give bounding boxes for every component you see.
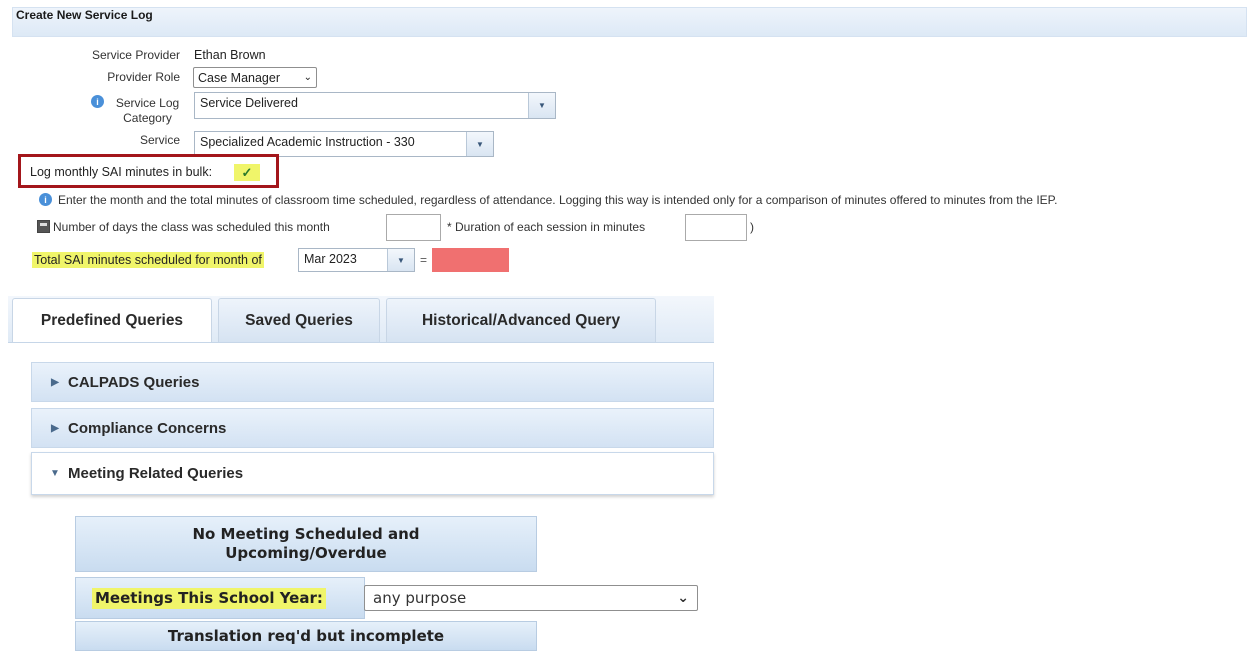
triangle-right-icon: ▶	[51, 376, 59, 388]
chevron-down-icon: ⌄	[677, 590, 689, 606]
service-value: Specialized Academic Instruction - 330	[200, 135, 415, 149]
bulk-checkbox[interactable]: ✓	[234, 164, 260, 181]
month-combo[interactable]: Mar 2023 ▼	[298, 248, 415, 272]
tab-label: Saved Queries	[245, 311, 353, 329]
no-meeting-scheduled-button[interactable]: No Meeting Scheduled and Upcoming/Overdu…	[75, 516, 537, 572]
tab-label: Historical/Advanced Query	[421, 311, 621, 329]
duration-label: * Duration of each session in minutes	[447, 220, 646, 234]
chevron-down-icon[interactable]: ▼	[466, 132, 493, 156]
button-label: Translation req'd but incomplete	[167, 626, 445, 645]
service-provider-label: Service Provider	[91, 48, 180, 62]
bulk-label: Log monthly SAI minutes in bulk:	[30, 165, 213, 179]
tab-historical-advanced-query[interactable]: Historical/Advanced Query	[386, 298, 656, 342]
check-icon: ✓	[241, 164, 253, 180]
duration-input[interactable]	[685, 214, 747, 241]
category-label-line1: Service Log	[115, 96, 180, 110]
service-provider-value: Ethan Brown	[194, 48, 266, 62]
page-title: Create New Service Log	[16, 8, 153, 22]
info-icon: i	[39, 193, 52, 206]
accordion-label: CALPADS Queries	[68, 373, 200, 391]
tab-saved-queries[interactable]: Saved Queries	[218, 298, 380, 342]
translation-incomplete-button[interactable]: Translation req'd but incomplete	[75, 621, 537, 651]
triangle-down-icon: ▼	[50, 468, 60, 479]
accordion-calpads-queries[interactable]: ▶ CALPADS Queries	[31, 362, 714, 402]
meetings-this-school-year-button[interactable]: Meetings This School Year:	[75, 577, 365, 619]
category-label: Service Log Category	[95, 96, 180, 126]
chevron-down-icon[interactable]: ▼	[528, 93, 555, 118]
provider-role-label: Provider Role	[107, 70, 180, 84]
category-value: Service Delivered	[200, 96, 298, 110]
days-input[interactable]	[386, 214, 441, 241]
button-line: No Meeting Scheduled and	[192, 525, 420, 543]
tab-predefined-queries[interactable]: Predefined Queries	[12, 298, 212, 342]
total-label: Total SAI minutes scheduled for month of	[32, 252, 264, 268]
tab-label: Predefined Queries	[40, 311, 184, 329]
days-label: Number of days the class was scheduled t…	[53, 220, 330, 234]
meetings-purpose-select[interactable]: any purpose ⌄	[364, 585, 698, 611]
calculator-icon[interactable]	[37, 220, 50, 233]
meetings-label: Meetings This School Year:	[92, 587, 326, 609]
accordion-label: Compliance Concerns	[68, 419, 227, 437]
service-label: Service	[139, 133, 180, 147]
info-text: Enter the month and the total minutes of…	[58, 193, 1058, 207]
provider-role-select[interactable]: Case Manager ⌄	[193, 67, 317, 88]
triangle-right-icon: ▶	[51, 422, 59, 434]
header-bar	[12, 7, 1247, 37]
category-combo[interactable]: Service Delivered ▼	[194, 92, 556, 119]
button-line: Upcoming/Overdue	[225, 544, 387, 562]
chevron-down-icon: ⌄	[303, 72, 312, 83]
meetings-purpose-value: any purpose	[373, 589, 467, 607]
chevron-down-icon[interactable]: ▼	[387, 249, 414, 271]
equals-sign: =	[420, 253, 428, 267]
total-result	[432, 248, 509, 272]
accordion-label: Meeting Related Queries	[68, 465, 244, 482]
close-paren: )	[750, 220, 754, 234]
category-label-line2: Category	[123, 111, 172, 125]
provider-role-value: Case Manager	[198, 70, 280, 85]
month-value: Mar 2023	[304, 252, 357, 266]
accordion-compliance-concerns[interactable]: ▶ Compliance Concerns	[31, 408, 714, 448]
accordion-meeting-related-queries[interactable]: ▼ Meeting Related Queries	[31, 452, 714, 495]
